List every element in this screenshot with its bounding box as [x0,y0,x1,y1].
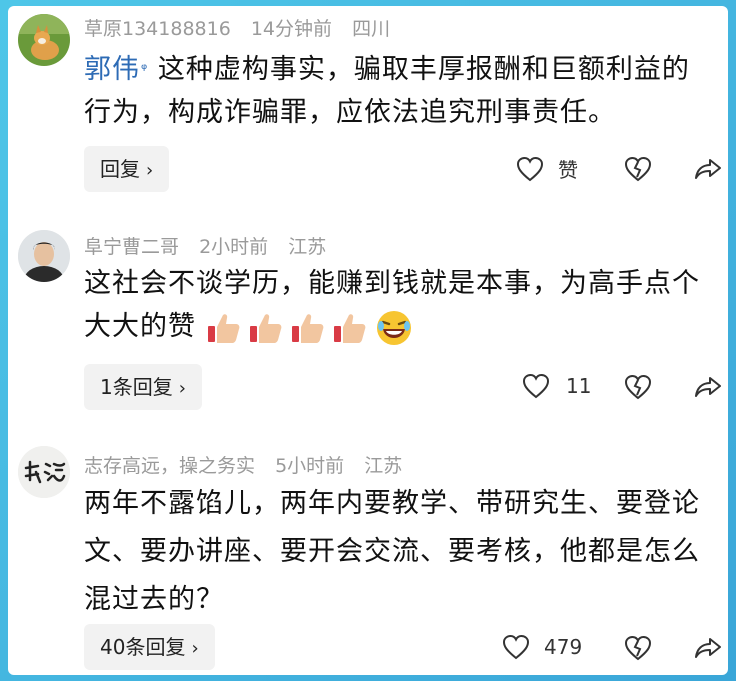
reply-label: 40条回复 [100,635,186,659]
like-count: 479 [544,635,583,659]
reply-label: 回复 [100,157,140,181]
thumbs-up-icon [207,313,239,343]
dislike-button[interactable] [624,156,652,182]
laughing-emoji-icon [376,310,411,345]
share-button[interactable] [694,156,722,182]
dog-avatar-icon[interactable] [18,14,70,66]
comment-body: 郭伟ᵠ 这种虚构事实，骗取丰厚报酬和巨额利益的行为，构成诈骗罪，应依法追究刑事责… [84,48,714,134]
like-button[interactable]: 赞 [516,154,578,183]
thumbs-up-icon [249,313,281,343]
comment-meta: 阜宁曹二哥 2小时前 江苏 [84,232,340,259]
reply-label: 1条回复 [100,375,173,399]
dislike-button[interactable] [624,374,652,400]
share-icon [695,638,721,658]
broken-heart-icon [624,635,652,661]
chevron-right-icon: › [146,160,154,181]
comment-meta: 志存高远，操之务实 5小时前 江苏 [84,451,416,478]
reply-button[interactable]: 40条回复 › [84,624,215,670]
comment-body: 两年不露馅儿，两年内要教学、带研究生、要登论文、要办讲座、要开会交流、要考核，他… [84,480,714,624]
chevron-right-icon: › [191,638,199,659]
comment-text: 两年不露馅儿，两年内要教学、带研究生、要登论文、要办讲座、要开会交流、要考核，他… [84,488,700,615]
emoji-row [206,310,414,345]
like-button[interactable]: 479 [502,634,582,660]
share-button[interactable] [694,635,722,661]
thumbs-up-icon [333,313,365,343]
mention-link[interactable]: 郭伟 [84,54,140,85]
thumbs-up-icon [291,313,323,343]
share-icon [695,159,721,179]
heart-icon [522,373,550,399]
calligraphy-avatar-icon[interactable] [18,446,70,498]
comment-meta: 草原134188816 14分钟前 四川 [84,14,404,41]
comment-panel: 草原134188816 14分钟前 四川 郭伟ᵠ 这种虚构事实，骗取丰厚报酬和巨… [8,6,728,675]
timestamp: 5小时前 [275,455,345,477]
dislike-button[interactable] [624,635,652,661]
chevron-right-icon: › [178,378,186,399]
location: 江苏 [288,236,327,258]
like-button[interactable]: 11 [522,373,591,399]
username[interactable]: 阜宁曹二哥 [84,236,179,258]
username[interactable]: 志存高远，操之务实 [84,455,255,477]
timestamp: 2小时前 [199,236,269,258]
broken-heart-icon [624,374,652,400]
heart-icon [502,634,530,660]
person-avatar-icon[interactable] [18,230,70,282]
reply-button[interactable]: 回复 › [84,146,170,192]
comment-text: 这种虚构事实，骗取丰厚报酬和巨额利益的行为，构成诈骗罪，应依法追究刑事责任。 [84,54,690,128]
reply-button[interactable]: 1条回复 › [84,364,202,410]
share-button[interactable] [694,374,722,400]
like-count: 11 [566,374,592,398]
location: 四川 [352,18,391,40]
timestamp: 14分钟前 [250,18,333,40]
search-icon: ᵠ [141,60,149,78]
comment-body: 这社会不谈学历，能赚到钱就是本事，为高手点个大大的赞 [84,262,714,348]
share-icon [695,377,721,397]
broken-heart-icon [624,156,652,182]
heart-icon [516,156,544,181]
location: 江苏 [364,455,403,477]
username[interactable]: 草原134188816 [84,18,231,40]
like-label: 赞 [558,158,578,182]
